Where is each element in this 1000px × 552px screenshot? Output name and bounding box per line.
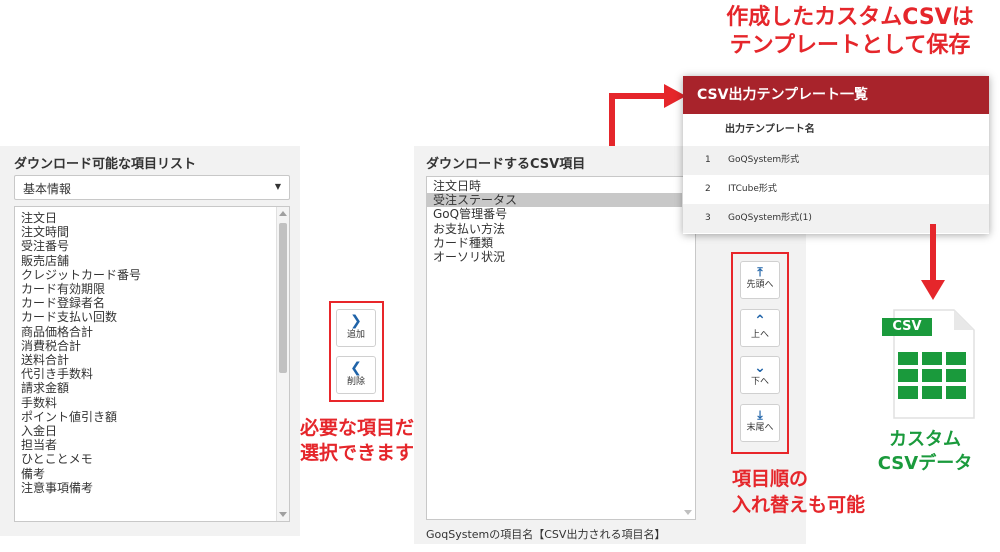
move-up-label: 上へ [750, 330, 769, 340]
chevron-down-icon: ⌄ [754, 360, 766, 376]
csv-callout-line2: CSVデータ [877, 453, 973, 474]
template-list-card: CSV出力テンプレート一覧 出力テンプレート名 1 GoQSystem形式 2 ITC… [683, 76, 989, 234]
csv-callout-line1: カスタム [889, 429, 961, 450]
template-row-name[interactable]: ITCube形式 [728, 175, 777, 204]
download-list-item[interactable]: 受注ステータス [427, 193, 695, 208]
template-row[interactable]: 2 ITCube形式 [683, 175, 989, 204]
template-row-number: 3 [705, 213, 711, 223]
available-list-item[interactable]: カード登録者名 [15, 296, 289, 310]
remove-button-label: 削除 [346, 377, 365, 387]
template-row-name[interactable]: GoQSystem形式(1) [728, 204, 812, 233]
available-list-item[interactable]: 入金日 [15, 424, 289, 438]
available-list-item[interactable]: 請求金額 [15, 381, 289, 395]
move-down-button[interactable]: ⌄ 下へ [740, 356, 780, 394]
available-list-item[interactable]: 担当者 [15, 438, 289, 452]
add-button-label: 追加 [346, 330, 365, 340]
scroll-thumb[interactable] [279, 223, 287, 373]
available-list-item[interactable]: カード有効期限 [15, 282, 289, 296]
move-down-label: 下へ [750, 377, 769, 387]
available-list-item[interactable]: 注文日 [15, 211, 289, 225]
move-bottom-label: 末尾へ [746, 423, 774, 433]
template-list-header: CSV出力テンプレート一覧 [683, 76, 989, 114]
available-list-item[interactable]: クレジットカード番号 [15, 268, 289, 282]
download-footer-note: GoqSystemの項目名【CSV出力される項目名】 [426, 528, 666, 541]
double-chevron-up-icon: ⤒ [757, 265, 763, 279]
reorder-callout-line1: 項目順の [732, 468, 809, 490]
double-chevron-down-icon: ⤓ [757, 408, 763, 422]
available-list-item[interactable]: 手数料 [15, 396, 289, 410]
scroll-down-icon[interactable] [684, 510, 692, 515]
available-list-item[interactable]: 受注番号 [15, 239, 289, 253]
download-title: ダウンロードするCSV項目 [426, 157, 586, 172]
reorder-callout-line2: 入れ替えも可能 [732, 494, 866, 516]
chevron-right-icon: ❯ [350, 313, 362, 329]
available-scrollbar[interactable] [276, 207, 289, 521]
template-row-name[interactable]: GoQSystem形式 [728, 146, 799, 175]
reorder-callout: 項目順の 入れ替えも可能 [732, 466, 865, 518]
available-list-item[interactable]: 注文時間 [15, 225, 289, 239]
arrow-to-csv-icon [921, 224, 945, 300]
available-title: ダウンロード可能な項目リスト [14, 157, 197, 172]
download-list-item[interactable]: カード種類 [427, 236, 695, 250]
template-row-number: 1 [705, 155, 711, 165]
download-items-list[interactable]: 注文日時 受注ステータス GoQ管理番号 お支払い方法 カード種類 オーソリ状況 [426, 176, 696, 520]
chevron-down-icon: ▼ [274, 182, 281, 191]
available-list-item[interactable]: 注意事項備考 [15, 481, 289, 495]
move-top-label: 先頭へ [746, 280, 774, 290]
download-list-item[interactable]: お支払い方法 [427, 222, 695, 236]
chevron-up-icon: ⌃ [754, 313, 766, 329]
download-list-item[interactable]: GoQ管理番号 [427, 207, 695, 221]
scroll-up-icon[interactable] [279, 211, 287, 216]
move-top-button[interactable]: ⤒ 先頭へ [740, 261, 780, 299]
available-list-item[interactable]: 商品価格合計 [15, 325, 289, 339]
download-list-item[interactable]: オーソリ状況 [427, 250, 695, 264]
add-button[interactable]: ❯ 追加 [336, 309, 376, 347]
template-save-line1: 作成したカスタムCSVは [726, 5, 974, 30]
available-list-item[interactable]: 備考 [15, 467, 289, 481]
available-list-item[interactable]: 代引き手数料 [15, 367, 289, 381]
template-row[interactable]: 1 GoQSystem形式 [683, 146, 989, 175]
available-list-item[interactable]: ひとことメモ [15, 452, 289, 466]
available-list-item[interactable]: 送料合計 [15, 353, 289, 367]
csv-callout: カスタム CSVデータ [855, 428, 995, 476]
remove-button[interactable]: ❮ 削除 [336, 356, 376, 394]
csv-badge: CSV [892, 319, 922, 334]
download-list-item[interactable]: 注文日時 [427, 179, 695, 193]
available-items-list[interactable]: 注文日 注文時間 受注番号 販売店舗 クレジットカード番号 カード有効期限 カード登録者名カ… [14, 206, 290, 522]
available-list-item[interactable]: 販売店舗 [15, 254, 289, 268]
available-list-item[interactable]: 消費税合計 [15, 339, 289, 353]
available-list-item[interactable]: ポイント値引き額 [15, 410, 289, 424]
move-up-button[interactable]: ⌃ 上へ [740, 309, 780, 347]
template-save-line2: テンプレートとして保存 [729, 33, 971, 58]
category-select-value: 基本情報 [23, 182, 72, 196]
template-save-callout: 作成したカスタムCSVは テンプレートとして保存 [700, 4, 1000, 60]
available-list-item[interactable]: カード支払い回数 [15, 310, 289, 324]
template-row-number: 2 [705, 184, 711, 194]
category-select[interactable]: 基本情報 ▼ [14, 175, 290, 200]
chevron-left-icon: ❮ [350, 360, 362, 376]
template-column-label: 出力テンプレート名 [725, 124, 815, 135]
move-bottom-button[interactable]: ⤓ 末尾へ [740, 404, 780, 442]
scroll-down-icon[interactable] [279, 512, 287, 517]
